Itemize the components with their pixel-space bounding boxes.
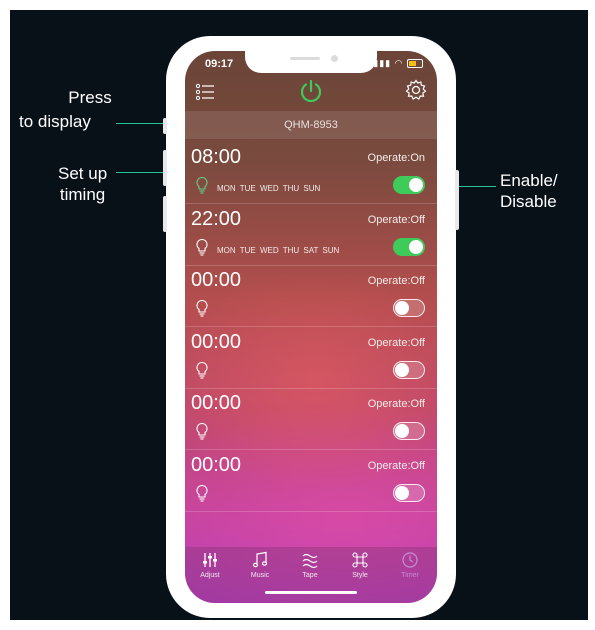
timer-days: MON TUE WED THU SUN [217,184,321,193]
bulb-icon [196,361,208,379]
tab-bar: Adjust Music Tape Style Timer [185,547,437,603]
tab-label-style: Style [352,572,368,579]
bulb-icon [196,238,208,256]
top-bar [185,73,437,109]
phone-volume-down [163,196,167,232]
tab-adjust[interactable]: Adjust [185,551,235,579]
front-camera [331,55,338,62]
tab-label-music: Music [250,572,270,579]
timer-row[interactable]: 00:00 Operate:Off [185,265,437,327]
enable-toggle[interactable] [393,299,425,317]
toggle-knob [395,424,409,438]
command-icon [352,552,368,568]
signal-icon: ▮▮▮ [373,58,392,68]
timer-time[interactable]: 08:00 [191,146,241,169]
battery-icon [407,59,423,69]
speaker-grille [290,57,320,60]
annotation-enable-line2: Disable [500,192,557,211]
bulb-icon [196,484,208,502]
status-icons: ▮▮▮ ◠ [373,58,423,69]
toggle-knob [395,362,409,377]
power-icon[interactable] [299,79,323,103]
timer-days: MON TUE WED THU SAT SUN [217,245,340,255]
annotation-setup-line2: timing [59,185,106,204]
status-time: 09:17 [205,58,234,70]
enable-toggle[interactable] [393,237,425,256]
tab-label-timer: Timer [401,572,419,579]
phone-notch [245,51,377,73]
device-bar[interactable]: QHM-8953 [185,111,437,139]
timer-time[interactable]: 00:00 [191,269,241,292]
annotation-enable-line1: Enable/ [500,171,558,190]
timer-operate-label: Operate:Off [367,398,425,410]
phone-side-button [163,118,167,134]
timer-operate-label: Operate:Off [367,275,425,287]
phone-power-button [455,170,459,230]
set-up-timing-annotation: Set up timing [58,163,107,205]
list-icon[interactable] [195,82,215,102]
clock-icon [402,552,418,568]
timer-row[interactable]: 00:00 Operate:Off [185,450,437,512]
enable-toggle[interactable] [393,422,425,440]
enable-toggle[interactable] [393,483,425,502]
timer-time[interactable]: 00:00 [191,331,241,354]
timer-row[interactable]: 08:00 Operate:On MON TUE WED THU SUN [185,142,437,204]
timer-row[interactable]: 00:00 Operate:Off [185,327,437,389]
enable-toggle[interactable] [393,176,425,194]
gear-icon[interactable] [405,79,427,101]
tab-style[interactable]: Style [335,551,385,579]
wifi-icon: ◠ [394,58,404,68]
wave-icon [302,553,318,569]
home-indicator[interactable] [265,591,357,594]
tab-music[interactable]: Music [235,551,285,579]
device-name: QHM-8953 [284,119,338,131]
bulb-icon [196,422,208,440]
bulb-icon [196,176,208,194]
timer-operate-label: Operate:Off [367,336,425,349]
toggle-knob [395,485,409,500]
timer-time[interactable]: 00:00 [191,392,241,415]
enable-toggle[interactable] [393,360,425,379]
press-to-display-annotation: Press [48,87,132,108]
tab-label-tape: Tape [302,572,318,579]
timer-operate-label: Operate:On [367,152,425,164]
timer-operate-label: Operate:Off [367,459,425,472]
music-note-icon [252,551,268,568]
phone-volume-up [163,150,167,186]
toggle-knob [409,178,423,192]
press-to-display-annotation-line2: to display [19,111,91,132]
timer-time[interactable]: 22:00 [191,208,241,231]
tab-tape[interactable]: Tape [285,551,335,579]
toggle-knob [395,301,409,315]
timer-row[interactable]: 22:00 Operate:Off MON TUE WED THU SAT SUN [185,204,437,266]
enable-disable-annotation: Enable/ Disable [500,170,558,212]
timer-time[interactable]: 00:00 [191,454,241,477]
annotation-setup-line1: Set up [58,164,108,183]
app-screen: 09:17 ▮▮▮ ◠ QHM-8953 08:00 Operate:On MON … [185,51,437,603]
toggle-knob [409,239,423,254]
sliders-icon [203,553,217,567]
timer-row[interactable]: 00:00 Operate:Off [185,388,437,450]
tab-timer[interactable]: Timer [385,551,435,579]
timer-operate-label: Operate:Off [367,213,425,226]
tab-label-adjust: Adjust [200,572,220,579]
bulb-icon [196,299,208,317]
annotation-press-line2: to display [19,112,91,131]
annotation-press-line1: Press [68,88,112,107]
